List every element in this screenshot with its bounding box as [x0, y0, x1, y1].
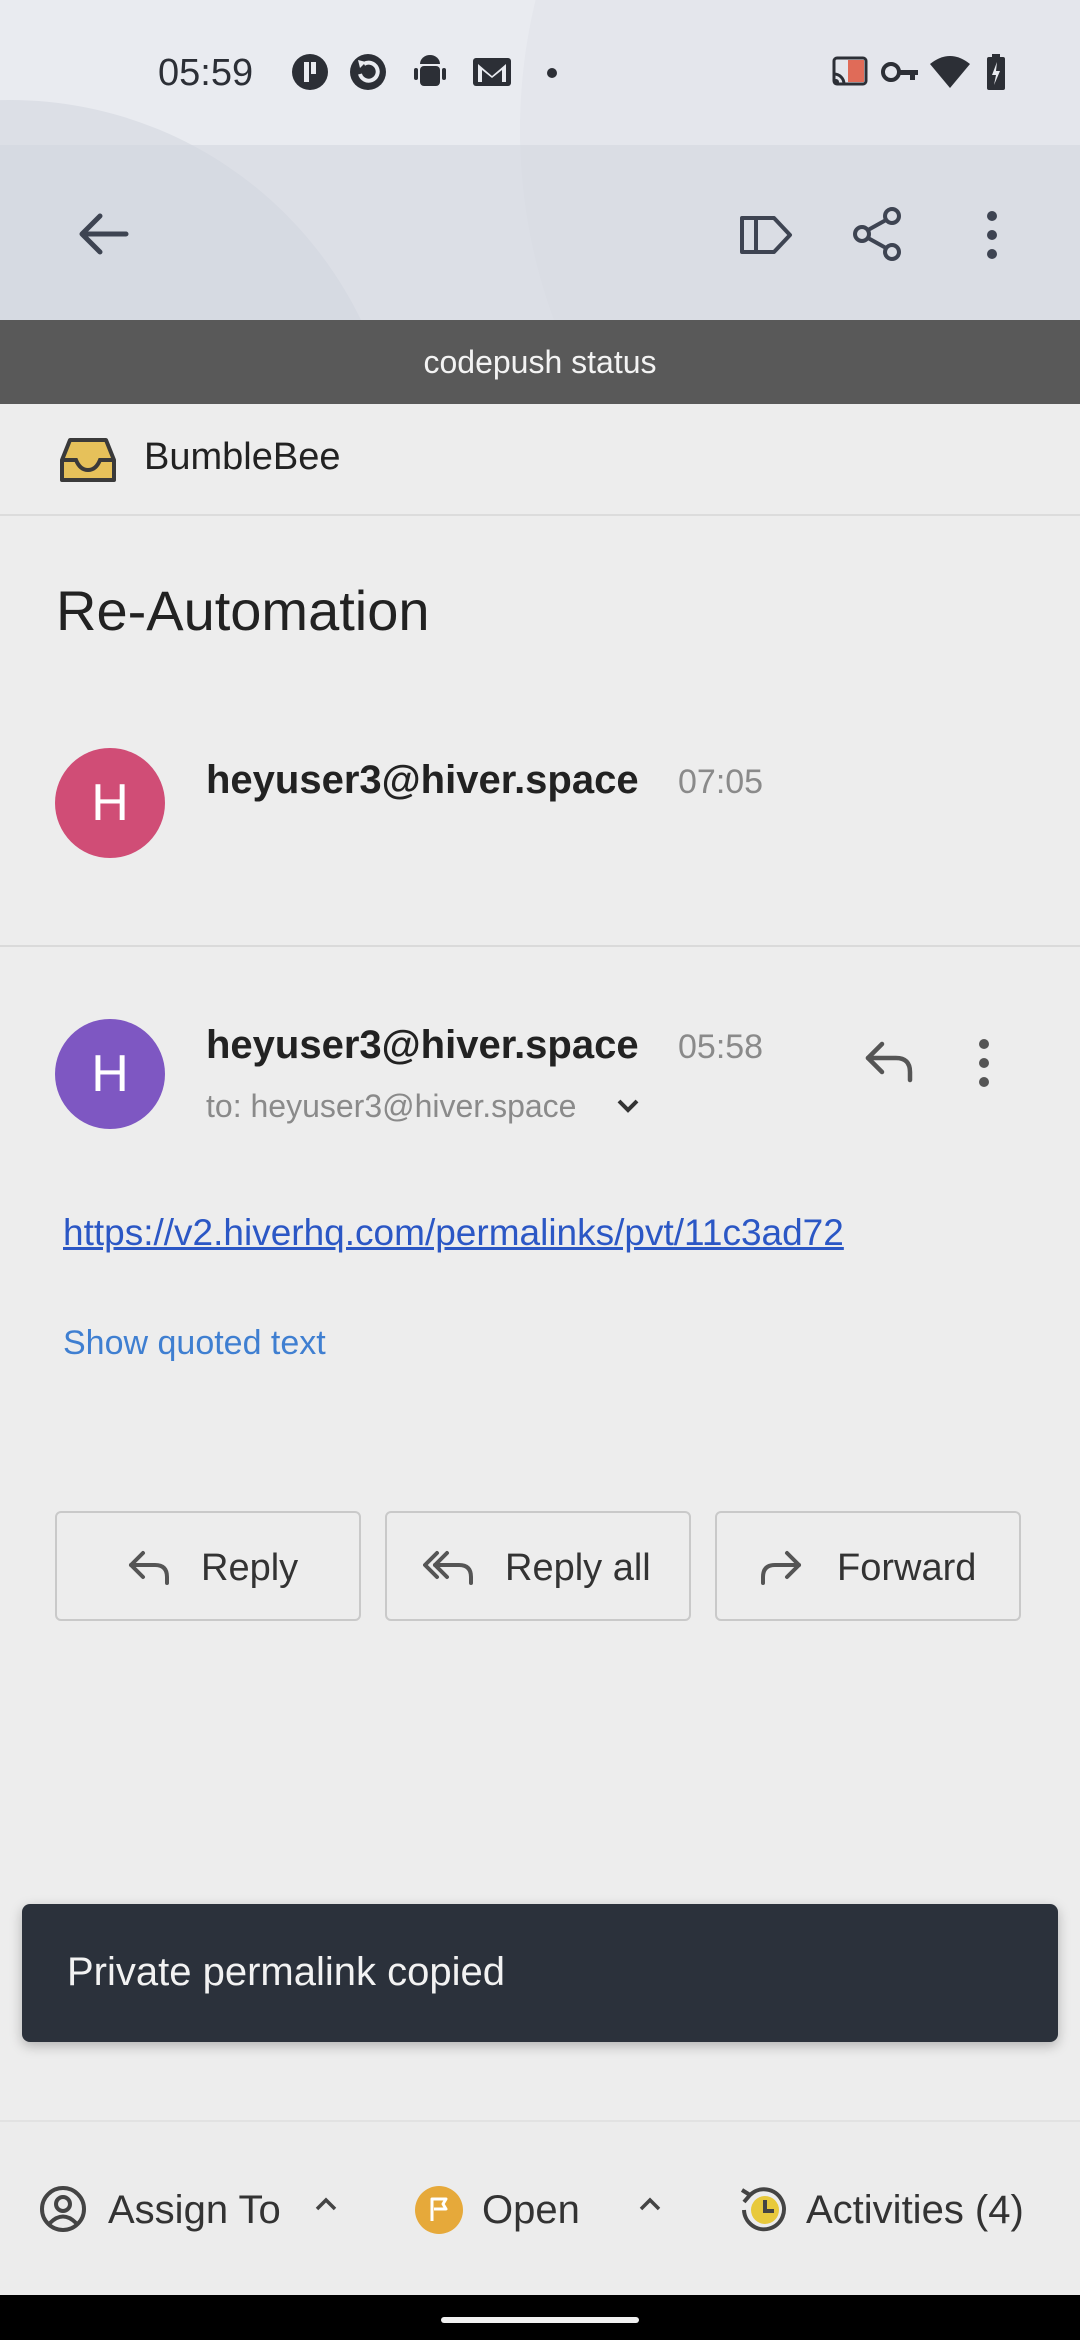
mailbox-name: BumbleBee: [144, 436, 341, 478]
avatar: H: [55, 1019, 165, 1129]
reply-label: Reply: [201, 1547, 299, 1589]
forward-label: Forward: [837, 1547, 977, 1589]
forward-icon: [761, 1551, 801, 1585]
more-vert-icon[interactable]: [980, 208, 1004, 264]
show-quoted-text-link[interactable]: Show quoted text: [63, 1324, 326, 1363]
user-circle-icon[interactable]: [38, 2184, 88, 2234]
dot-icon: [547, 68, 557, 78]
chevron-up-icon[interactable]: [314, 2196, 338, 2212]
key-icon: [881, 62, 918, 82]
activities-button[interactable]: Activities (4): [806, 2188, 1024, 2233]
cast-icon: [832, 56, 868, 86]
chevron-up-icon[interactable]: [638, 2196, 662, 2212]
reply-all-button[interactable]: Reply all: [385, 1511, 691, 1621]
status-time: 05:59: [158, 52, 254, 94]
home-gesture-pill[interactable]: [441, 2317, 639, 2323]
refresh-icon: [350, 54, 386, 90]
permalink-link[interactable]: https://v2.hiverhq.com/permalinks/pvt/11…: [63, 1212, 844, 1254]
header-background: [0, 0, 1080, 320]
gmail-icon: [473, 58, 511, 86]
battery-icon: [987, 54, 1005, 90]
inbox-icon: [60, 438, 116, 482]
assign-to-button[interactable]: Assign To: [108, 2188, 281, 2233]
activity-history-icon[interactable]: [736, 2182, 790, 2236]
status-open-button[interactable]: Open: [482, 2188, 580, 2233]
message-sender[interactable]: heyuser3@hiver.space: [206, 758, 639, 803]
forward-button[interactable]: Forward: [715, 1511, 1021, 1621]
message-divider: [0, 945, 1080, 947]
message-time: 07:05: [678, 763, 764, 801]
recipient-line[interactable]: to: heyuser3@hiver.space: [206, 1088, 576, 1125]
reply-icon: [129, 1551, 169, 1585]
reply-button[interactable]: Reply: [55, 1511, 361, 1621]
chevron-down-icon[interactable]: [616, 1098, 640, 1114]
reply-all-label: Reply all: [505, 1547, 651, 1589]
p-icon: [292, 54, 328, 90]
conversation-subject: Re-Automation: [56, 579, 430, 642]
back-arrow-icon[interactable]: [76, 210, 130, 258]
message-sender[interactable]: heyuser3@hiver.space: [206, 1023, 639, 1068]
wifi-icon: [930, 56, 970, 88]
label-icon[interactable]: [738, 212, 796, 258]
message-time: 05:58: [678, 1028, 764, 1066]
open-status-icon[interactable]: [414, 2185, 464, 2235]
reply-icon[interactable]: [862, 1038, 916, 1084]
avatar: H: [55, 748, 165, 858]
reply-all-icon: [423, 1551, 473, 1585]
share-icon[interactable]: [850, 206, 906, 262]
snackbar: Private permalink copied: [22, 1904, 1058, 2042]
codepush-banner: codepush status: [0, 320, 1080, 404]
snackbar-text: Private permalink copied: [67, 1950, 505, 1994]
android-icon: [414, 55, 446, 86]
message-more-icon[interactable]: [972, 1036, 996, 1092]
